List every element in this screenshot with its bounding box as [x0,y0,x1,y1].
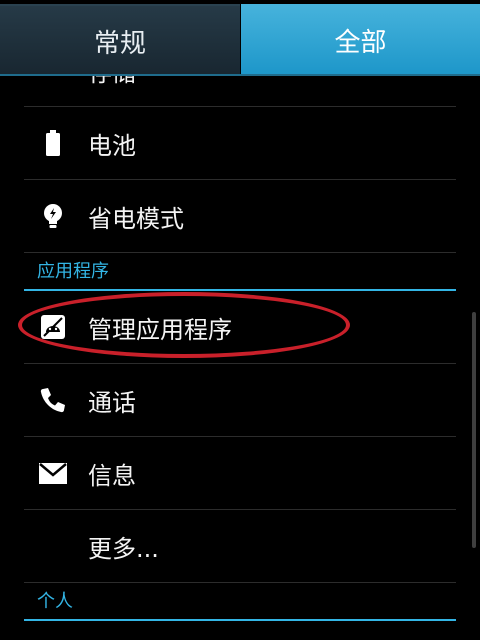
phone-icon [38,385,68,415]
tab-general-label: 常规 [93,28,146,59]
list-item-label: 信息 [88,461,136,490]
tab-general[interactable]: 常规 [0,4,240,76]
list-item-more[interactable]: 更多... [24,510,456,583]
list-item-manage-apps[interactable]: 管理应用程序 [24,291,456,364]
tab-all[interactable]: 全部 [241,4,480,76]
section-header-personal: 个人 [24,589,456,621]
list-item-power-saving[interactable]: 省电模式 [24,180,456,253]
list-item-label: 更多... [88,534,159,563]
tab-bar: 常规 全部 [0,0,480,76]
storage-icon [38,76,68,85]
section-header-label: 应用程序 [37,261,109,282]
scrollbar[interactable] [472,312,476,548]
list-item-label: 通话 [88,388,136,417]
settings-list[interactable]: 存储 电池 省电模式 应用程序 管理应用程序 通话 信息 更多... [0,76,480,640]
list-item-storage[interactable]: 存储 [24,76,456,107]
section-header-label: 个人 [37,591,73,612]
list-item-label: 存储 [88,76,136,88]
lightbulb-icon [38,201,68,231]
list-item-messages[interactable]: 信息 [24,437,456,510]
battery-icon [38,128,68,158]
android-apps-icon [38,312,68,342]
list-item-label: 管理应用程序 [88,315,232,344]
list-item-battery[interactable]: 电池 [24,107,456,180]
list-item-label: 电池 [88,131,136,160]
tab-all-label: 全部 [334,27,387,58]
list-item-calls[interactable]: 通话 [24,364,456,437]
list-item-label: 省电模式 [88,204,184,233]
envelope-icon [38,458,68,488]
section-header-apps: 应用程序 [24,259,456,291]
